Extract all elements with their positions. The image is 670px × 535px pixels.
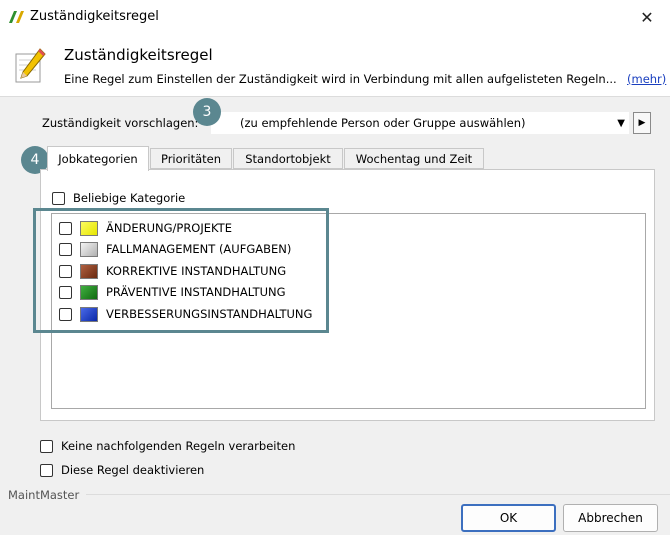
tab-standortobjekt[interactable]: Standortobjekt: [233, 148, 343, 169]
category-color-swatch: [80, 241, 98, 257]
step-badge-3: 3: [193, 98, 221, 126]
suggest-label: Zuständigkeit vorschlagen:: [42, 116, 199, 130]
header-title: Zuständigkeitsregel: [64, 46, 213, 64]
tab-wochentag-und-zeit[interactable]: Wochentag und Zeit: [344, 148, 484, 169]
footer-divider: [86, 494, 670, 495]
close-icon: ✕: [640, 7, 654, 27]
window-title: Zuständigkeitsregel: [30, 9, 159, 24]
dropdown-caret-icon: ▼: [617, 118, 625, 129]
tab-prioritaeten[interactable]: Prioritäten: [150, 148, 232, 169]
deactivate-rule-checkbox[interactable]: [40, 463, 53, 477]
close-button[interactable]: ✕: [624, 0, 670, 34]
category-color-swatch: [80, 284, 98, 300]
category-label: KORREKTIVE INSTANDHALTUNG: [106, 264, 287, 278]
ok-button[interactable]: OK: [461, 504, 556, 532]
category-checkbox[interactable]: [59, 264, 72, 278]
category-label: FALLMANAGEMENT (AUFGABEN): [106, 242, 292, 256]
title-bar: Zuständigkeitsregel ✕: [0, 0, 670, 34]
cancel-button[interactable]: Abbrechen: [563, 504, 658, 532]
any-category-label: Beliebige Kategorie: [73, 191, 186, 205]
category-checkbox[interactable]: [59, 221, 72, 235]
suggest-select-value: (zu empfehlende Person oder Gruppe auswä…: [240, 116, 526, 130]
deactivate-rule-label: Diese Regel deaktivieren: [61, 463, 205, 477]
pencil-icon: [15, 48, 46, 83]
category-label: VERBESSERUNGSINSTANDHALTUNG: [106, 307, 313, 321]
list-item[interactable]: KORREKTIVE INSTANDHALTUNG: [59, 263, 286, 279]
header-description: Eine Regel zum Einstellen der Zuständigk…: [64, 72, 617, 86]
brand-label: MaintMaster: [8, 488, 80, 502]
category-checkbox[interactable]: [59, 307, 72, 321]
category-color-swatch: [80, 263, 98, 279]
app-logo-icon: [9, 11, 24, 23]
no-following-rules-checkbox[interactable]: [40, 439, 53, 453]
deactivate-rule-option[interactable]: Diese Regel deaktivieren: [40, 463, 204, 477]
category-checkbox[interactable]: [59, 285, 72, 299]
list-item[interactable]: VERBESSERUNGSINSTANDHALTUNG: [59, 306, 312, 322]
any-category-checkbox[interactable]: [52, 191, 65, 205]
list-item[interactable]: PRÄVENTIVE INSTANDHALTUNG: [59, 284, 286, 300]
no-following-rules-label: Keine nachfolgenden Regeln verarbeiten: [61, 439, 296, 453]
play-arrow-icon: ▶: [638, 118, 646, 128]
category-label: ÄNDERUNG/PROJEKTE: [106, 221, 232, 235]
more-link[interactable]: (mehr): [627, 72, 666, 86]
category-checkbox[interactable]: [59, 242, 72, 256]
category-color-swatch: [80, 220, 98, 236]
tab-jobkategorien[interactable]: Jobkategorien: [47, 146, 149, 171]
no-following-rules-option[interactable]: Keine nachfolgenden Regeln verarbeiten: [40, 439, 295, 453]
any-category-option[interactable]: Beliebige Kategorie: [52, 191, 185, 205]
list-item[interactable]: FALLMANAGEMENT (AUFGABEN): [59, 241, 291, 257]
dialog-header: Zuständigkeitsregel Eine Regel zum Einst…: [0, 34, 670, 97]
list-item[interactable]: ÄNDERUNG/PROJEKTE: [59, 220, 232, 236]
category-label: PRÄVENTIVE INSTANDHALTUNG: [106, 285, 286, 299]
category-color-swatch: [80, 306, 98, 322]
suggest-arrow-button[interactable]: ▶: [633, 112, 651, 134]
suggest-select[interactable]: (zu empfehlende Person oder Gruppe auswä…: [211, 112, 629, 134]
